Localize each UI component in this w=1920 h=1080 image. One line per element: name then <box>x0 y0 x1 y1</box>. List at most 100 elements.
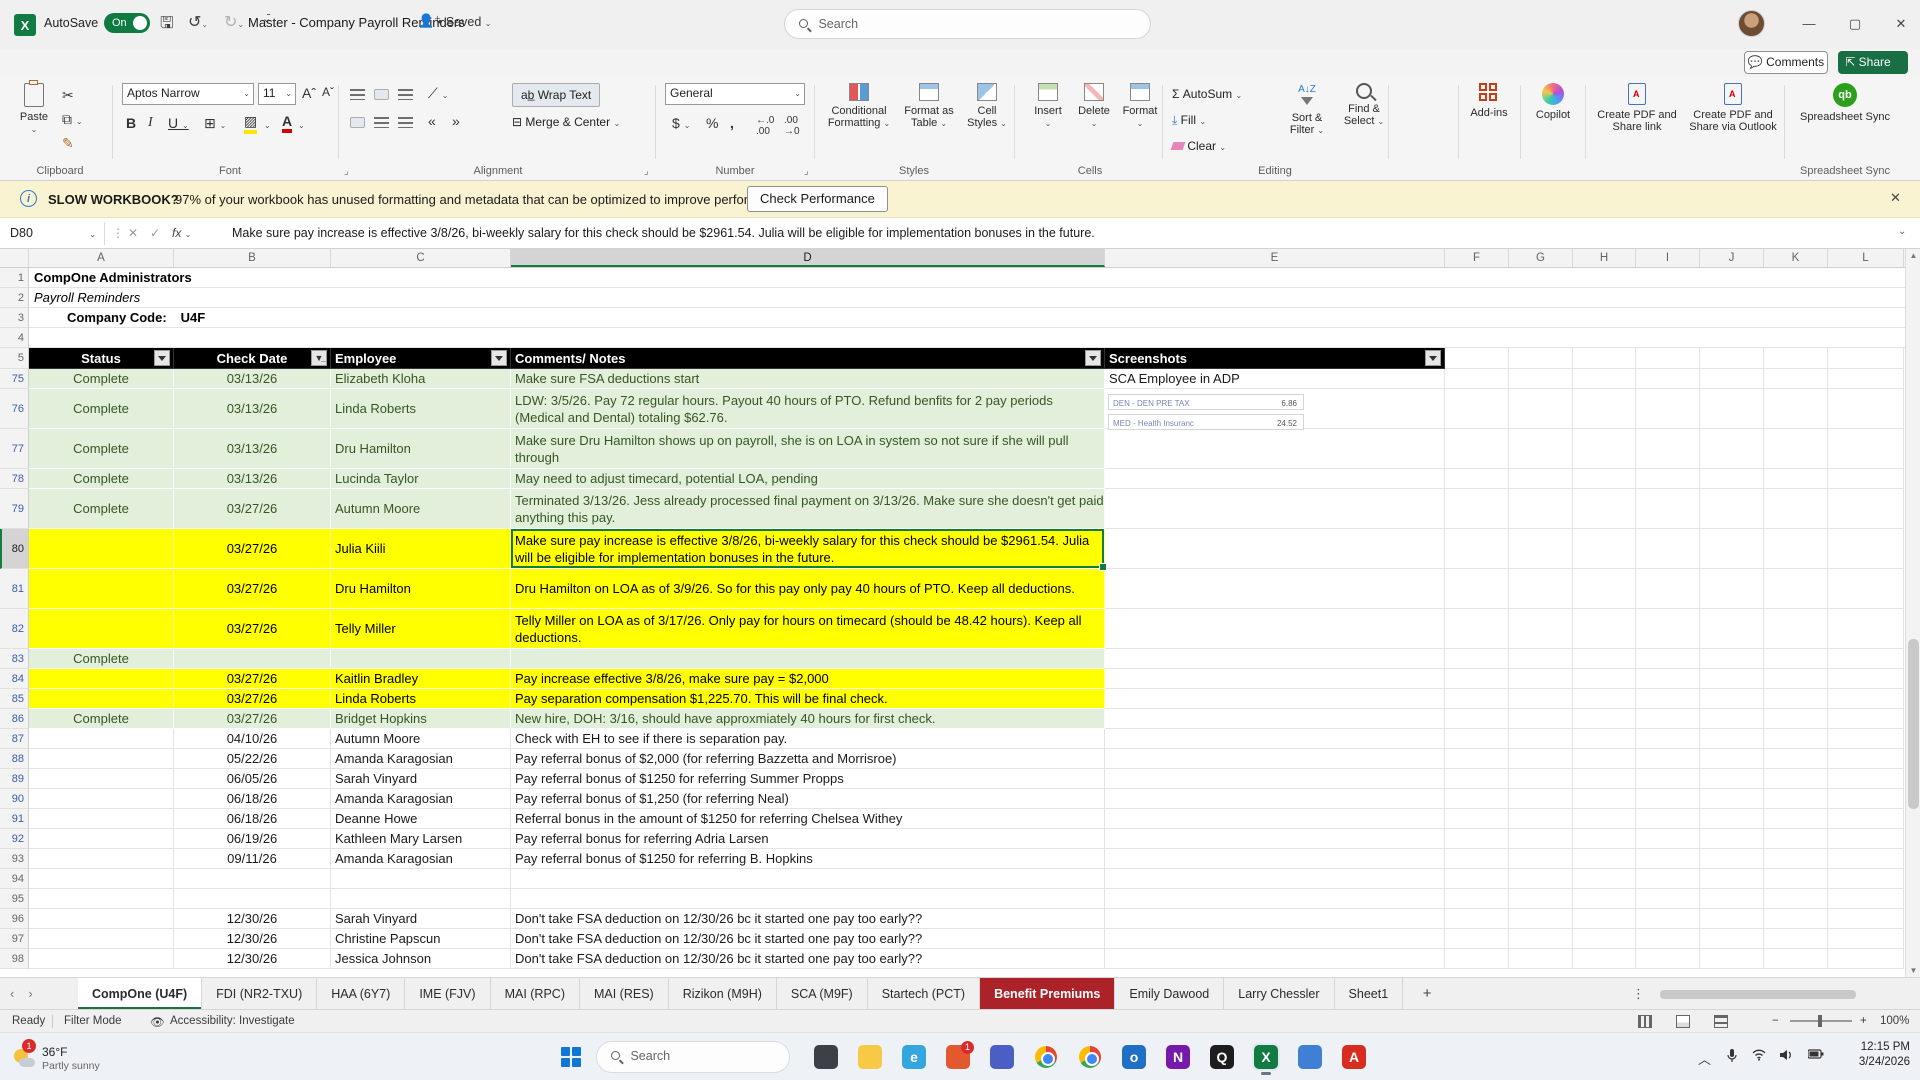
cell-C78[interactable]: Lucinda Taylor <box>331 469 511 489</box>
cell-K97[interactable] <box>1764 929 1828 949</box>
tab-overflow-icon[interactable]: ⋮ <box>1632 986 1645 1002</box>
cell-G90[interactable] <box>1509 789 1573 809</box>
calculator-icon[interactable] <box>1296 1043 1324 1071</box>
cell-J83[interactable] <box>1700 649 1764 669</box>
cell-B90[interactable]: 06/18/26 <box>174 789 331 809</box>
cell-I86[interactable] <box>1636 709 1700 729</box>
cell-L84[interactable] <box>1828 669 1904 689</box>
row-number-77[interactable]: 77 <box>0 429 29 469</box>
column-header-I[interactable]: I <box>1636 249 1700 267</box>
page-break-view-icon[interactable] <box>1714 1015 1728 1028</box>
cell-H85[interactable] <box>1573 689 1636 709</box>
row-number-75[interactable]: 75 <box>0 369 29 389</box>
cell-D89[interactable]: Pay referral bonus of $1250 for referrin… <box>511 769 1105 789</box>
cell-E77[interactable] <box>1105 429 1445 469</box>
sheet-tab-larry-chessler[interactable]: Larry Chessler <box>1224 978 1334 1010</box>
table-header-comments-notes[interactable]: Comments/ Notes <box>511 348 1105 369</box>
cell-B95[interactable] <box>174 889 331 909</box>
addins-button[interactable]: Add-ins <box>1462 83 1516 119</box>
row-number-84[interactable]: 84 <box>0 669 29 689</box>
cell-F90[interactable] <box>1445 789 1509 809</box>
cell-A85[interactable] <box>29 689 174 709</box>
cell-D93[interactable]: Pay referral bonus of $1250 for referrin… <box>511 849 1105 869</box>
cell-K81[interactable] <box>1764 569 1828 609</box>
cell-A4[interactable] <box>29 328 1905 348</box>
cell-F97[interactable] <box>1445 929 1509 949</box>
row-number-94[interactable]: 94 <box>0 869 29 889</box>
cell-A92[interactable] <box>29 829 174 849</box>
cell-I98[interactable] <box>1636 949 1700 969</box>
cell-F76[interactable] <box>1445 389 1509 429</box>
merge-center-button[interactable]: ⊟ Merge & Center ⌄ <box>512 115 620 129</box>
column-header-G[interactable]: G <box>1509 249 1573 267</box>
save-icon[interactable]: 🖫 <box>160 12 174 39</box>
cell-C91[interactable]: Deanne Howe <box>331 809 511 829</box>
cell-J96[interactable] <box>1700 909 1764 929</box>
cell-E81[interactable] <box>1105 569 1445 609</box>
filter-dropdown-icon[interactable] <box>1085 350 1101 366</box>
cell-K85[interactable] <box>1764 689 1828 709</box>
row-number-76[interactable]: 76 <box>0 389 29 429</box>
cell-G98[interactable] <box>1509 949 1573 969</box>
wifi-icon[interactable] <box>1752 1049 1766 1061</box>
cell-H88[interactable] <box>1573 749 1636 769</box>
cell-C92[interactable]: Kathleen Mary Larsen <box>331 829 511 849</box>
row-number-81[interactable]: 81 <box>0 569 29 609</box>
grow-font-icon[interactable]: Aˆ <box>302 85 316 101</box>
increase-decimal-icon[interactable]: ←.0.00 <box>756 115 774 137</box>
cell-L91[interactable] <box>1828 809 1904 829</box>
cell-E90[interactable] <box>1105 789 1445 809</box>
cell-F95[interactable] <box>1445 889 1509 909</box>
cell-B80[interactable]: 03/27/26 <box>174 529 331 569</box>
cell-J98[interactable] <box>1700 949 1764 969</box>
percent-icon[interactable]: % <box>706 115 718 131</box>
q-app-icon[interactable]: Q <box>1208 1043 1236 1071</box>
outlook-icon[interactable]: o <box>1120 1043 1148 1071</box>
cell-A87[interactable] <box>29 729 174 749</box>
cell-E93[interactable] <box>1105 849 1445 869</box>
cell-D85[interactable]: Pay separation compensation $1,225.70. T… <box>511 689 1105 709</box>
cell-C81[interactable]: Dru Hamilton <box>331 569 511 609</box>
cell-F77[interactable] <box>1445 429 1509 469</box>
cell-E82[interactable] <box>1105 609 1445 649</box>
alignment-dialog-launcher-icon[interactable]: ⌟ <box>644 166 649 177</box>
cell-I79[interactable] <box>1636 489 1700 529</box>
table-header-status[interactable]: Status <box>29 348 174 369</box>
borders-icon[interactable]: ⊞ ⌄ <box>204 115 226 132</box>
cell-J88[interactable] <box>1700 749 1764 769</box>
cell-H93[interactable] <box>1573 849 1636 869</box>
cell-B86[interactable]: 03/27/26 <box>174 709 331 729</box>
comments-button[interactable]: 💬 Comments <box>1744 51 1828 74</box>
underline-button[interactable]: U ⌄ <box>168 115 189 131</box>
cell-E86[interactable] <box>1105 709 1445 729</box>
font-size-combo[interactable]: 11⌄ <box>258 83 296 105</box>
cell-B77[interactable]: 03/13/26 <box>174 429 331 469</box>
cell-A95[interactable] <box>29 889 174 909</box>
cell-D81[interactable]: Dru Hamilton on LOA as of 3/9/26. So for… <box>511 569 1105 609</box>
cell-L88[interactable] <box>1828 749 1904 769</box>
cell-F87[interactable] <box>1445 729 1509 749</box>
cell-B94[interactable] <box>174 869 331 889</box>
cell-I80[interactable] <box>1636 529 1700 569</box>
decrease-decimal-icon[interactable]: .00→0 <box>784 115 800 137</box>
cell-J80[interactable] <box>1700 529 1764 569</box>
cell-J79[interactable] <box>1700 489 1764 529</box>
cell-D90[interactable]: Pay referral bonus of $1,250 (for referr… <box>511 789 1105 809</box>
cell-H92[interactable] <box>1573 829 1636 849</box>
cell-F75[interactable] <box>1445 369 1509 389</box>
format-cells-button[interactable]: Format⌄ <box>1118 83 1162 130</box>
cell-A78[interactable]: Complete <box>29 469 174 489</box>
wrap-text-button[interactable]: ab̲ Wrap Text <box>512 83 600 107</box>
cell-B83[interactable] <box>174 649 331 669</box>
cell-C75[interactable]: Elizabeth Kloha <box>331 369 511 389</box>
cell-I93[interactable] <box>1636 849 1700 869</box>
cell-A89[interactable] <box>29 769 174 789</box>
cell-E95[interactable] <box>1105 889 1445 909</box>
cell-E79[interactable] <box>1105 489 1445 529</box>
sheet-nav-arrows[interactable]: ‹› <box>10 986 47 1001</box>
cell-I87[interactable] <box>1636 729 1700 749</box>
copilot-button[interactable]: Copilot <box>1526 83 1580 121</box>
cell-A98[interactable] <box>29 949 174 969</box>
cell-J82[interactable] <box>1700 609 1764 649</box>
cell-A83[interactable]: Complete <box>29 649 174 669</box>
